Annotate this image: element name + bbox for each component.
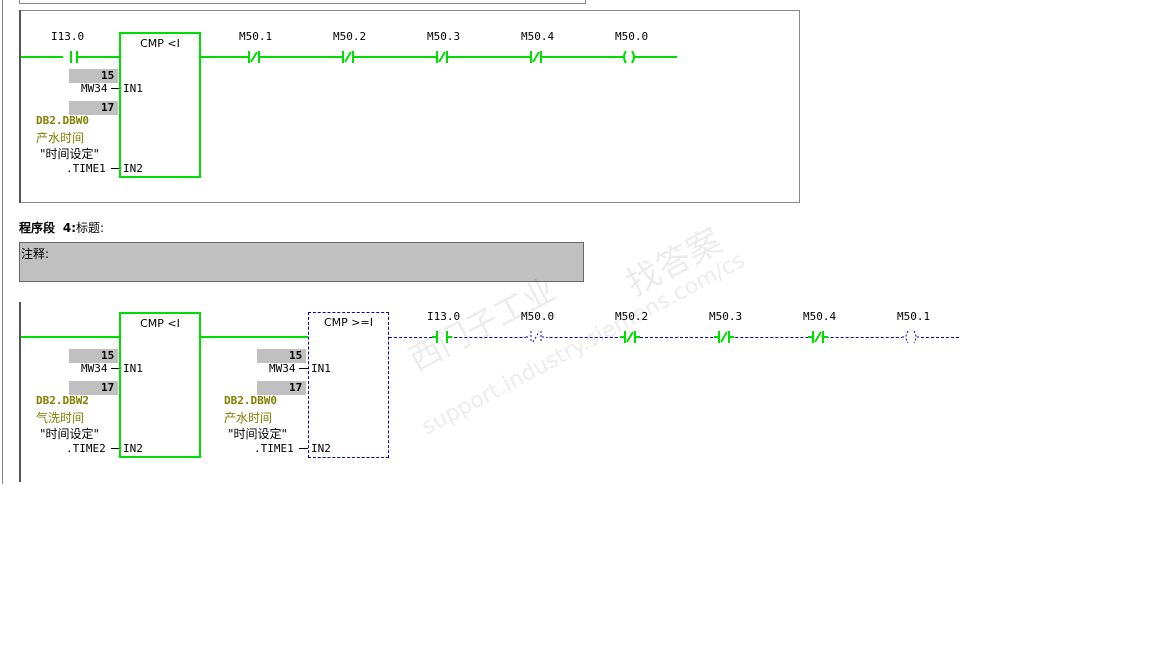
- rung-wire: [21, 56, 63, 58]
- in2-member: .TIME1: [66, 162, 106, 175]
- in1-pin-label: IN1: [123, 82, 143, 95]
- contact-nc-icon[interactable]: [808, 330, 828, 344]
- contact-nc-icon[interactable]: [526, 330, 546, 344]
- in2-pin-label: IN2: [123, 442, 143, 455]
- contact-address: M50.3: [709, 310, 743, 323]
- in1-operand[interactable]: MW34: [81, 83, 108, 95]
- in2-pin-label: IN2: [123, 162, 143, 175]
- in1-pin-label: IN1: [311, 362, 331, 375]
- rung-wire: [21, 336, 120, 338]
- pin-wire: [111, 448, 119, 449]
- network-header[interactable]: 程序段 4:标题:: [19, 219, 104, 236]
- in2-value: 17: [101, 381, 115, 394]
- contact-address: M50.4: [803, 310, 837, 323]
- pin-wire: [299, 448, 308, 449]
- comment-box[interactable]: 注释:: [19, 242, 584, 282]
- in2-address[interactable]: DB2.DBW0: [36, 115, 89, 127]
- in2-address[interactable]: DB2.DBW0: [224, 395, 277, 407]
- in1-operand[interactable]: MW34: [81, 363, 108, 375]
- coil-icon[interactable]: [902, 330, 920, 344]
- in2-pin-label: IN2: [311, 442, 331, 455]
- power-rail: [19, 10, 21, 203]
- coil-icon[interactable]: [620, 50, 638, 64]
- in1-value: 15: [289, 349, 303, 362]
- pin-wire: [299, 368, 308, 369]
- power-rail: [19, 302, 21, 482]
- in1-operand[interactable]: MW34: [269, 363, 296, 375]
- in2-db-name: "时间设定": [228, 427, 288, 441]
- prev-network-border: [19, 0, 586, 4]
- in2-db-name: "时间设定": [40, 147, 100, 161]
- contact-nc-icon[interactable]: [526, 50, 546, 64]
- network-title-label: 标题:: [76, 221, 105, 235]
- power-rail: [2, 0, 3, 484]
- contact-address: M50.3: [427, 30, 461, 43]
- network-label: 程序段: [19, 221, 56, 235]
- rung-wire: [77, 56, 120, 58]
- contact-address: M50.2: [333, 30, 367, 43]
- in2-member: .TIME2: [66, 442, 106, 455]
- contact-nc-icon[interactable]: [714, 330, 734, 344]
- cmp-block-title: CMP <I: [140, 317, 180, 330]
- contact-address: I13.0: [51, 30, 85, 43]
- cmp-block[interactable]: CMP <I: [119, 32, 201, 178]
- in1-value: 15: [101, 349, 115, 362]
- in2-member: .TIME1: [254, 442, 294, 455]
- comment-label: 注释:: [21, 247, 50, 261]
- pin-wire: [111, 368, 119, 369]
- in2-value: 17: [101, 101, 115, 114]
- rung-wire: [201, 336, 309, 338]
- in2-db-name: "时间设定": [40, 427, 100, 441]
- cmp-block-title: CMP <I: [140, 37, 180, 50]
- contact-nc-icon[interactable]: [338, 50, 358, 64]
- in2-symbol-comment: 产水时间: [224, 411, 273, 425]
- cmp-block[interactable]: CMP >=I: [308, 312, 389, 458]
- cmp-block[interactable]: CMP <I: [119, 312, 201, 458]
- pin-wire: [111, 168, 119, 169]
- contact-address: M50.1: [239, 30, 273, 43]
- in2-symbol-comment: 产水时间: [36, 131, 85, 145]
- in2-address[interactable]: DB2.DBW2: [36, 395, 89, 407]
- cmp-block-title: CMP >=I: [324, 316, 373, 329]
- pin-wire: [111, 88, 119, 89]
- network-number: 4: [62, 221, 72, 235]
- in1-pin-label: IN1: [123, 362, 143, 375]
- in2-symbol-comment: 气洗时间: [36, 411, 85, 425]
- contact-nc-icon[interactable]: [244, 50, 264, 64]
- coil-address: M50.1: [897, 310, 931, 323]
- in2-value: 17: [289, 381, 303, 394]
- in1-value: 15: [101, 69, 115, 82]
- contact-nc-icon[interactable]: [432, 50, 452, 64]
- contact-address: M50.4: [521, 30, 555, 43]
- coil-address: M50.0: [615, 30, 649, 43]
